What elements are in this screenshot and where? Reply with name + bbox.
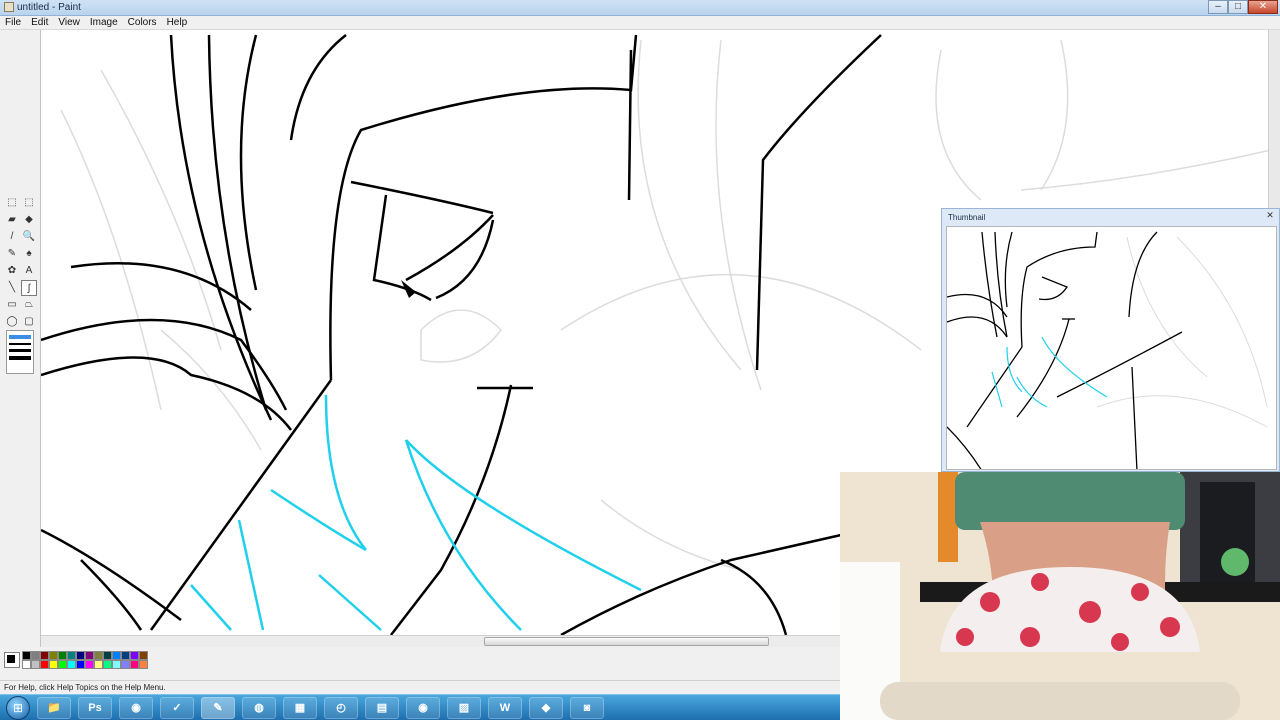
menu-image[interactable]: Image	[85, 16, 123, 29]
webcam-scene	[840, 472, 1280, 720]
color-swatch[interactable]	[139, 660, 148, 669]
window-controls: – □ ✕	[1208, 0, 1278, 14]
color-swatch[interactable]	[22, 651, 31, 660]
color-swatch[interactable]	[94, 651, 103, 660]
color-swatch[interactable]	[58, 660, 67, 669]
menu-view[interactable]: View	[53, 16, 85, 29]
thumbnail-window[interactable]: Thumbnail ✕	[941, 208, 1280, 472]
vertical-scrollbar[interactable]	[1268, 30, 1280, 210]
tool-pick-color-icon[interactable]: /	[4, 229, 20, 245]
tool-rectangle-icon[interactable]: ▭	[4, 297, 20, 313]
taskbar-notepad-icon[interactable]: ▤	[365, 696, 399, 719]
title-bar: untitled - Paint – □ ✕	[0, 0, 1280, 16]
menu-file[interactable]: File	[0, 16, 26, 29]
color-swatch[interactable]	[112, 651, 121, 660]
taskbar-blender-icon[interactable]: ◉	[406, 696, 440, 719]
taskbar-files-icon[interactable]: ▨	[447, 696, 481, 719]
taskbar-git-icon[interactable]: ◆	[529, 696, 563, 719]
taskbar-recorder-icon[interactable]: ◙	[570, 696, 604, 719]
menu-bar: File Edit View Image Colors Help	[0, 16, 1280, 30]
menu-edit[interactable]: Edit	[26, 16, 53, 29]
color-swatch[interactable]	[112, 660, 121, 669]
close-button[interactable]: ✕	[1248, 0, 1278, 14]
tool-eraser-icon[interactable]: ▰	[4, 212, 20, 228]
tool-select-icon[interactable]: ⬚	[21, 195, 37, 211]
tool-airbrush-icon[interactable]: ✿	[4, 263, 20, 279]
tool-grid: ⬚ ⬚ ▰ ◆ / 🔍 ✎ ♠ ✿ A ╲ ∫ ▭ ⏢ ◯ ▢	[4, 195, 38, 330]
color-swatch[interactable]	[130, 651, 139, 660]
line-width-options[interactable]	[6, 330, 34, 374]
maximize-button[interactable]: □	[1228, 0, 1248, 14]
toolbox: ⬚ ⬚ ▰ ◆ / 🔍 ✎ ♠ ✿ A ╲ ∫ ▭ ⏢ ◯ ▢	[0, 30, 41, 680]
line-width-3[interactable]	[9, 349, 31, 352]
thumbnail-close-button[interactable]: ✕	[1263, 210, 1277, 222]
tool-free-form-select-icon[interactable]: ⬚	[4, 195, 20, 211]
taskbar-clock-icon[interactable]: ◴	[324, 696, 358, 719]
color-swatch[interactable]	[76, 651, 85, 660]
paint-app-icon	[4, 2, 14, 12]
color-swatch[interactable]	[130, 660, 139, 669]
color-swatch[interactable]	[58, 651, 67, 660]
color-swatch[interactable]	[49, 660, 58, 669]
color-swatch[interactable]	[76, 660, 85, 669]
color-swatch[interactable]	[121, 660, 130, 669]
minimize-button[interactable]: –	[1208, 0, 1228, 14]
tool-fill-icon[interactable]: ◆	[21, 212, 37, 228]
thumbnail-title: Thumbnail	[948, 213, 986, 222]
color-swatch[interactable]	[67, 651, 76, 660]
color-swatches	[22, 651, 148, 669]
menu-help[interactable]: Help	[162, 16, 193, 29]
color-swatch[interactable]	[49, 651, 58, 660]
taskbar-norton-icon[interactable]: ✓	[160, 696, 194, 719]
status-help-text: For Help, click Help Topics on the Help …	[4, 683, 166, 692]
line-width-2[interactable]	[9, 343, 31, 345]
taskbar-paint-tool-icon[interactable]: ✎	[201, 696, 235, 719]
tool-ellipse-icon[interactable]: ◯	[4, 314, 20, 330]
taskbar-web-icon[interactable]: W	[488, 696, 522, 719]
color-swatch[interactable]	[22, 660, 31, 669]
color-swatch[interactable]	[85, 660, 94, 669]
line-width-1[interactable]	[9, 335, 31, 339]
color-swatch[interactable]	[103, 651, 112, 660]
tool-curve-icon[interactable]: ∫	[21, 280, 37, 296]
status-bar: For Help, click Help Topics on the Help …	[0, 680, 840, 694]
window-title: untitled - Paint	[17, 2, 81, 13]
taskbar-excel-icon[interactable]: ▦	[283, 696, 317, 719]
tool-magnifier-icon[interactable]: 🔍	[21, 229, 37, 245]
tool-rounded-rectangle-icon[interactable]: ▢	[21, 314, 37, 330]
thumbnail-preview	[946, 226, 1277, 470]
horizontal-scrollbar[interactable]	[41, 635, 840, 647]
tool-brush-icon[interactable]: ♠	[21, 246, 37, 262]
thumbnail-drawing	[947, 231, 1268, 469]
color-swatch[interactable]	[94, 660, 103, 669]
color-swatch[interactable]	[67, 660, 76, 669]
tool-pencil-icon[interactable]: ✎	[4, 246, 20, 262]
taskbar-photoshop-icon[interactable]: Ps	[78, 696, 112, 719]
taskbar-explorer-icon[interactable]: 📁	[37, 696, 71, 719]
color-swatch[interactable]	[103, 660, 112, 669]
color-swatch[interactable]	[40, 651, 49, 660]
tool-polygon-icon[interactable]: ⏢	[21, 297, 37, 313]
current-colors[interactable]	[4, 652, 20, 668]
tool-text-icon[interactable]: A	[21, 263, 37, 279]
horizontal-scroll-thumb[interactable]	[484, 637, 769, 646]
color-swatch[interactable]	[121, 651, 130, 660]
color-swatch[interactable]	[139, 651, 148, 660]
start-button[interactable]: ⊞	[6, 695, 30, 720]
color-swatch[interactable]	[85, 651, 94, 660]
taskbar: ⊞ 📁 Ps ◉ ✓ ✎ ◍ ▦ ◴ ▤ ◉ ▨ W ◆ ◙	[0, 694, 840, 720]
color-palette	[0, 647, 840, 680]
color-swatch[interactable]	[31, 651, 40, 660]
color-swatch[interactable]	[40, 660, 49, 669]
color-swatch[interactable]	[31, 660, 40, 669]
taskbar-firefox-icon[interactable]: ◍	[242, 696, 276, 719]
tool-line-icon[interactable]: ╲	[4, 280, 20, 296]
menu-colors[interactable]: Colors	[123, 16, 162, 29]
taskbar-chrome-icon[interactable]: ◉	[119, 696, 153, 719]
webcam-overlay	[840, 472, 1280, 720]
line-width-4[interactable]	[9, 356, 31, 360]
